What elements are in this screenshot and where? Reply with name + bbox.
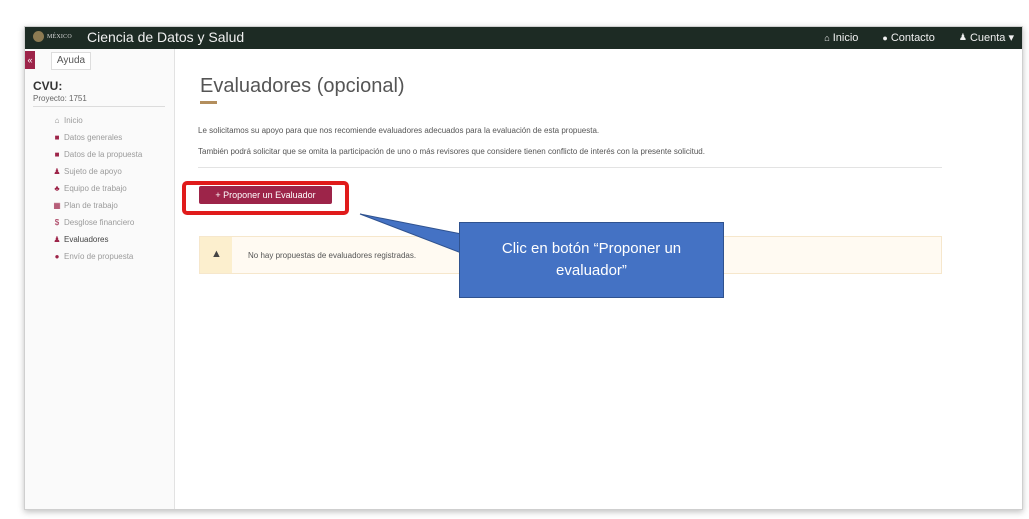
instruction-callout: Clic en botón “Proponer un evaluador”: [459, 222, 724, 298]
callout-text: Clic en botón “Proponer un evaluador”: [501, 240, 682, 279]
app-window: MÉXICO Ciencia de Datos y Salud ⌂ Inicio…: [24, 26, 1023, 510]
